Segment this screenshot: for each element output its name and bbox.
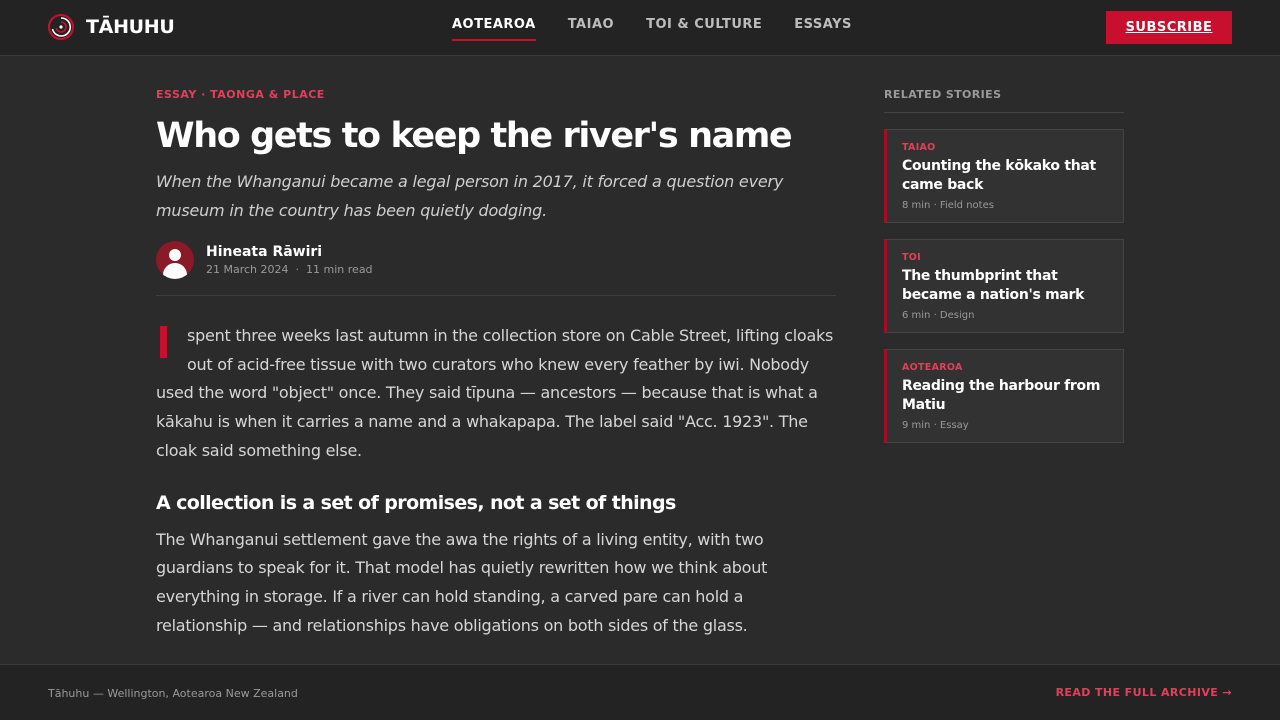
byline-text: Hineata Rāwiri 21 March 2024 · 11 min re… [206, 244, 373, 276]
read-time: 11 min read [306, 263, 373, 276]
archive-link[interactable]: READ THE FULL ARCHIVE → [1056, 686, 1232, 699]
drop-cap-i [160, 326, 167, 358]
main-nav: AOTEAROA TAIAO TOI & CULTURE ESSAYS [452, 17, 852, 41]
nav-item-essays[interactable]: ESSAYS [794, 17, 852, 36]
byline: Hineata Rāwiri 21 March 2024 · 11 min re… [156, 241, 836, 296]
subscribe-button[interactable]: SUBSCRIBE [1106, 11, 1232, 44]
related-stories-title: RELATED STORIES [884, 88, 1124, 113]
article-paragraph: spent three weeks last autumn in the col… [156, 326, 834, 460]
top-bar: TĀHUHU AOTEAROA TAIAO TOI & CULTURE ESSA… [0, 0, 1280, 56]
related-story-card[interactable]: TOI The thumbprint that became a nation'… [884, 239, 1124, 333]
article-headline: Who gets to keep the river's name [156, 116, 793, 156]
card-meta: 8 min · Field notes [902, 200, 994, 211]
card-meta: 9 min · Essay [902, 420, 969, 431]
card-title: The thumbprint that became a nation's ma… [902, 268, 1085, 303]
footer: Tāhuhu — Wellington, Aotearoa New Zealan… [0, 664, 1280, 720]
article-paragraph: The Whanganui settlement gave the awa th… [156, 529, 768, 635]
nav-item-aotearoa[interactable]: AOTEAROA [452, 17, 536, 41]
card-meta: 6 min · Design [902, 310, 975, 321]
card-title: Reading the harbour from Matiu [902, 378, 1101, 413]
card-tag: TAIAO [902, 142, 936, 153]
author-name[interactable]: Hineata Rāwiri [206, 244, 373, 260]
spiral-logo-icon [48, 14, 74, 40]
related-story-card[interactable]: AOTEAROA Reading the harbour from Matiu … [884, 349, 1124, 443]
article-kicker[interactable]: ESSAY · TAONGA & PLACE [156, 88, 836, 101]
card-tag: AOTEAROA [902, 362, 963, 373]
related-stories: RELATED STORIES TAIAO Counting the kōkak… [884, 88, 1124, 443]
nav-item-taiao[interactable]: TAIAO [568, 17, 614, 36]
footer-location: Tāhuhu — Wellington, Aotearoa New Zealan… [48, 687, 298, 700]
nav-item-toi-culture[interactable]: TOI & CULTURE [646, 17, 762, 36]
related-story-card[interactable]: TAIAO Counting the kōkako that came back… [884, 129, 1124, 223]
article-standfirst: When the Whanganui became a legal person… [156, 172, 784, 220]
person-icon [169, 249, 181, 261]
article-meta: 21 March 2024 · 11 min read [206, 263, 373, 276]
author-avatar[interactable] [156, 241, 194, 279]
card-tag: TOI [902, 252, 921, 263]
publish-date: 21 March 2024 [206, 263, 289, 276]
brand-name: TĀHUHU [86, 16, 175, 38]
card-title: Counting the kōkako that came back [902, 158, 1096, 193]
article-subheading: A collection is a set of promises, not a… [156, 491, 676, 514]
article: ESSAY · TAONGA & PLACE Who gets to keep … [156, 88, 836, 640]
brand[interactable]: TĀHUHU [48, 14, 175, 40]
